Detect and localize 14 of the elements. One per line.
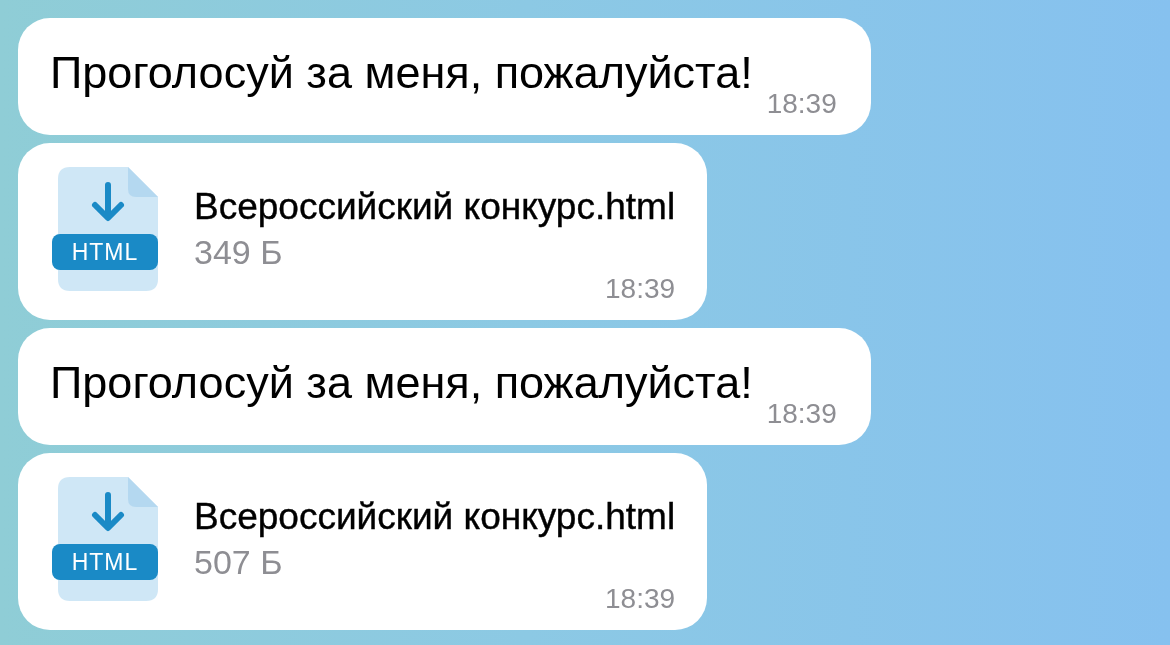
message-text: Проголосуй за меня, пожалуйста! [50, 46, 753, 100]
message-text: Проголосуй за меня, пожалуйста! [50, 356, 753, 410]
file-type-badge: HTML [52, 544, 158, 580]
message-time: 18:39 [766, 89, 837, 119]
file-name: Всероссийский конкурс.html [194, 495, 676, 539]
file-size: 507 Б [194, 542, 284, 583]
file-size: 349 Б [194, 232, 284, 273]
file-type-badge: HTML [52, 234, 158, 270]
file-name: Всероссийский конкурс.html [194, 185, 676, 229]
file-message-bubble[interactable]: HTML Всероссийский конкурс.html 349 Б 18:39 [18, 143, 708, 320]
message-time: 18:39 [766, 399, 837, 429]
file-message-bubble[interactable]: HTML Всероссийский конкурс.html 507 Б 18:39 [18, 453, 708, 630]
message-time: 18:39 [605, 274, 676, 304]
message-time: 18:39 [605, 584, 676, 614]
